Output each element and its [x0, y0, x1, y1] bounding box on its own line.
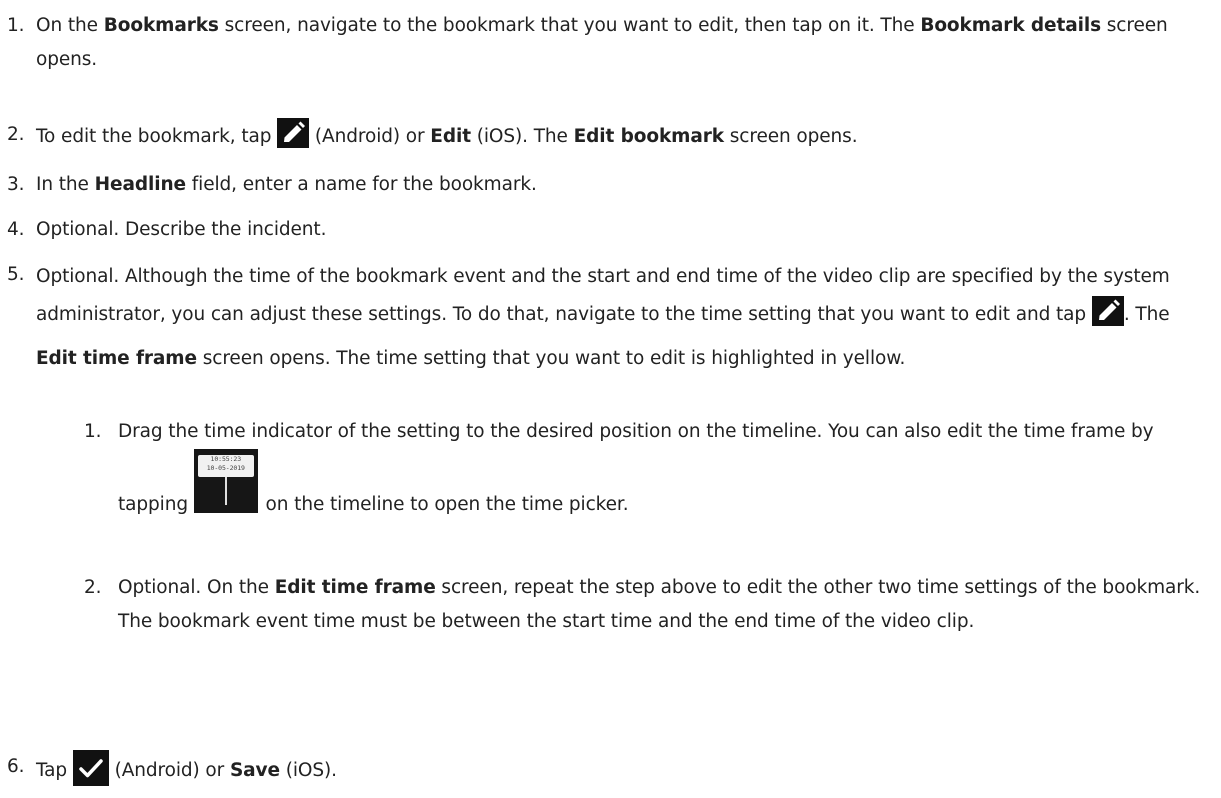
step-number: 5. — [7, 264, 25, 285]
text-run: (iOS). The — [470, 126, 574, 147]
text-run: (Android) or — [108, 760, 230, 781]
ui-term-edit-time-frame: Edit time frame — [274, 577, 436, 598]
text-run: field, enter a name for the bookmark. — [185, 174, 537, 195]
text-run: on the timeline to open the time picker. — [259, 494, 629, 515]
text-run: Tap — [36, 760, 73, 781]
substep-text: Optional. On the Edit time frame screen,… — [118, 571, 1211, 639]
time-indicator-stem — [224, 477, 227, 505]
pencil-icon — [277, 118, 310, 160]
text-run: On the — [36, 15, 104, 36]
ui-term-bookmark-details: Bookmark details — [920, 15, 1101, 36]
step-text: Optional. Although the time of the bookm… — [36, 258, 1211, 378]
text-run: screen opens. — [723, 126, 858, 147]
ui-term-edit-bookmark: Edit bookmark — [573, 126, 724, 147]
text-run: To edit the bookmark, tap — [36, 126, 278, 147]
ui-term-headline: Headline — [94, 174, 186, 195]
time-indicator-date: 10-05-2019 — [206, 464, 245, 472]
ui-term-save: Save — [229, 760, 280, 781]
step-text: To edit the bookmark, tap (Android) or E… — [36, 118, 1211, 160]
pencil-icon — [1091, 296, 1124, 340]
step-text: On the Bookmarks screen, navigate to the… — [36, 9, 1211, 77]
text-run: (Android) or — [309, 126, 431, 147]
ui-term-edit-time-frame: Edit time frame — [36, 348, 197, 369]
step-number: 6. — [7, 756, 25, 777]
text-run: Optional. Although the time of the bookm… — [36, 266, 1170, 325]
text-run: In the — [36, 174, 95, 195]
step-number: 1. — [7, 15, 25, 36]
time-indicator-time: 10:55:23 — [210, 455, 242, 463]
instruction-document: 1. On the Bookmarks screen, navigate to … — [0, 0, 1221, 798]
text-run: Optional. Describe the incident. — [36, 219, 327, 240]
step-text: Optional. Describe the incident. — [36, 213, 1211, 247]
checkmark-icon — [72, 750, 109, 798]
text-run: . The — [1123, 304, 1170, 325]
step-number: 3. — [7, 174, 25, 195]
ui-term-bookmarks: Bookmarks — [103, 15, 219, 36]
step-number: 2. — [7, 124, 25, 145]
step-text: In the Headline field, enter a name for … — [36, 168, 1211, 202]
time-indicator-label: 10:55:23 10-05-2019 — [197, 455, 254, 477]
substep-text: Drag the time indicator of the setting t… — [118, 415, 1211, 522]
step-number: 4. — [7, 219, 25, 240]
step-text: Tap (Android) or Save (iOS). — [36, 750, 1211, 798]
text-run: screen, navigate to the bookmark that yo… — [218, 15, 921, 36]
time-indicator-icon: 10:55:23 10-05-2019 — [193, 449, 258, 513]
text-run: Optional. On the — [118, 577, 275, 598]
substep-number: 2. — [84, 577, 102, 598]
text-run: (iOS). — [279, 760, 337, 781]
text-run: screen opens. The time setting that you … — [196, 348, 906, 369]
substep-number: 1. — [84, 421, 102, 442]
ui-term-edit: Edit — [430, 126, 471, 147]
